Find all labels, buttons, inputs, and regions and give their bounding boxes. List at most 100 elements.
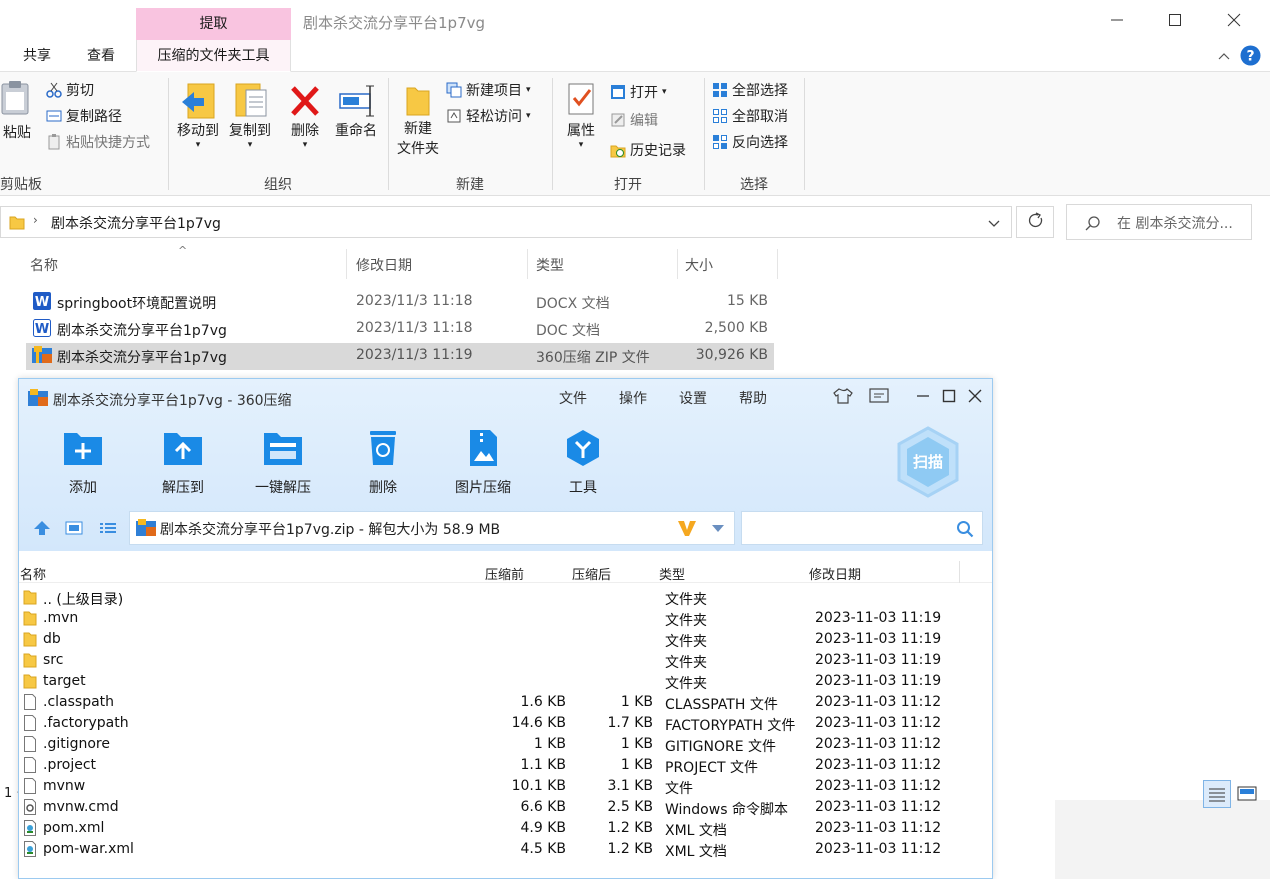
zip-column-before[interactable]: 压缩前	[485, 564, 524, 583]
zip-delete-button[interactable]: 删除	[338, 429, 428, 497]
delete-label: 删除	[291, 123, 319, 139]
close-icon[interactable]	[1224, 10, 1244, 30]
zip-search-input[interactable]	[741, 511, 983, 545]
zip-item-before: 10.1 KB	[511, 778, 566, 794]
search-box[interactable]: 在 剧本杀交流分...	[1066, 204, 1252, 240]
tab-share[interactable]: 共享	[8, 40, 66, 72]
file-row[interactable]: .classpath 1.6 KB 1 KB CLASSPATH 文件 2023-11-…	[19, 692, 992, 713]
select-all-button[interactable]: 全部选择	[712, 78, 788, 102]
zip-close-icon[interactable]	[967, 388, 983, 404]
properties-label: 属性	[567, 123, 595, 139]
invert-selection-button[interactable]: 反向选择	[712, 130, 788, 154]
properties-button[interactable]: 属性 ▾	[558, 80, 604, 150]
folder-row[interactable]: .mvn 文件夹 2023-11-03 11:19	[19, 608, 992, 629]
sort-up-icon: ^	[178, 244, 188, 257]
column-divider[interactable]	[959, 561, 960, 583]
copy-path-button[interactable]: 复制路径	[46, 104, 122, 128]
thumbnail-view-icon[interactable]	[65, 520, 83, 536]
file-modified: 2023/11/3 11:18	[356, 320, 473, 336]
file-row[interactable]: W 剧本杀交流分享平台1p7vg 2023/11/3 11:18 DOC 文档 …	[26, 316, 774, 343]
details-view-button[interactable]	[1203, 780, 1231, 808]
rename-button[interactable]: 重命名	[330, 80, 382, 140]
folder-row[interactable]: src 文件夹 2023-11-03 11:19	[19, 650, 992, 671]
cut-button[interactable]: 剪切	[46, 78, 94, 102]
minimize-icon[interactable]	[1107, 10, 1127, 30]
extract-context-tab[interactable]: 提取	[136, 8, 291, 40]
v-logo-icon[interactable]	[676, 518, 698, 538]
zip-column-modified[interactable]: 修改日期	[809, 564, 861, 583]
zip-tools-button[interactable]: 工具	[538, 429, 628, 497]
organize-group-label: 组织	[264, 177, 292, 193]
zip-add-button[interactable]: 添加	[38, 429, 128, 497]
easy-access-button[interactable]: 轻松访问 ▾	[446, 104, 531, 128]
copy-to-button[interactable]: 复制到 ▾	[224, 80, 276, 150]
file-row[interactable]: .factorypath 14.6 KB 1.7 KB FACTORYPATH 文件 2…	[19, 713, 992, 734]
folder-row[interactable]: db 文件夹 2023-11-03 11:19	[19, 629, 992, 650]
chevron-down-icon[interactable]	[710, 522, 726, 534]
zip-file-icon	[136, 519, 156, 536]
zip-item-type: 文件夹	[665, 613, 707, 629]
column-name[interactable]: 名称	[30, 255, 58, 275]
file-row[interactable]: .gitignore 1 KB 1 KB GITIGNORE 文件 2023-11-03…	[19, 734, 992, 755]
zip-column-name[interactable]: 名称	[20, 564, 46, 583]
scan-button[interactable]: 扫描	[895, 425, 961, 499]
zip-menu-operate[interactable]: 操作	[619, 388, 647, 408]
address-bar[interactable]: › 剧本杀交流分享平台1p7vg	[0, 206, 1012, 238]
message-icon[interactable]	[869, 388, 889, 404]
help-icon[interactable]: ?	[1240, 45, 1261, 66]
file-row[interactable]: pom.xml 4.9 KB 1.2 KB XML 文档 2023-11-03 11:1…	[19, 818, 992, 839]
zip-menu-settings[interactable]: 设置	[679, 388, 707, 408]
new-folder-button[interactable]: 新建 文件夹	[392, 80, 444, 158]
file-row[interactable]: mvnw 10.1 KB 3.1 KB 文件 2023-11-03 11:12	[19, 776, 992, 797]
column-divider[interactable]	[777, 249, 778, 279]
tab-view[interactable]: 查看	[72, 40, 130, 72]
column-divider[interactable]	[527, 249, 528, 279]
details-pane	[1055, 800, 1270, 879]
cut-label: 剪切	[66, 83, 94, 99]
zip-path-bar[interactable]: 剧本杀交流分享平台1p7vg.zip - 解包大小为 58.9 MB	[129, 511, 735, 545]
zip-column-type[interactable]: 类型	[659, 564, 685, 583]
edit-button[interactable]: 编辑	[610, 108, 658, 132]
select-none-button[interactable]: 全部取消	[712, 104, 788, 128]
move-to-button[interactable]: 移动到 ▾	[172, 80, 224, 150]
ribbon: 粘贴 剪切 复制路径 粘贴快捷方式 剪贴板 移动到 ▾ 复制到 ▾ 删除 ▾ 重…	[0, 72, 1270, 196]
refresh-button[interactable]	[1016, 206, 1054, 238]
zip-one-click-extract-button[interactable]: 一键解压	[238, 429, 328, 497]
tab-compressed-folder-tools[interactable]: 压缩的文件夹工具	[136, 40, 291, 72]
new-item-button[interactable]: 新建项目 ▾	[446, 78, 531, 102]
column-divider[interactable]	[677, 249, 678, 279]
chevron-down-icon[interactable]	[987, 216, 1001, 230]
large-icons-view-button[interactable]	[1234, 780, 1262, 808]
zip-menu-file[interactable]: 文件	[559, 388, 587, 408]
file-row[interactable]: W springboot环境配置说明 2023/11/3 11:18 DOCX …	[26, 289, 774, 316]
file-row[interactable]: pom-war.xml 4.5 KB 1.2 KB XML 文档 2023-11-03 …	[19, 839, 992, 860]
ribbon-collapse-icon[interactable]	[1216, 48, 1232, 64]
zip-maximize-icon[interactable]	[941, 388, 957, 404]
paste-shortcut-button[interactable]: 粘贴快捷方式	[46, 130, 150, 154]
delete-button[interactable]: 删除 ▾	[284, 80, 326, 150]
maximize-icon[interactable]	[1165, 10, 1185, 30]
column-type[interactable]: 类型	[536, 255, 564, 275]
list-view-icon[interactable]	[99, 520, 117, 536]
up-level-icon[interactable]	[33, 520, 51, 536]
folder-icon	[23, 610, 37, 626]
history-button[interactable]: 历史记录	[610, 138, 686, 162]
paste-button[interactable]: 粘贴	[0, 80, 34, 142]
zip-extract-to-button[interactable]: 解压到	[138, 429, 228, 497]
zip-image-compress-button[interactable]: 图片压缩	[438, 429, 528, 497]
file-row[interactable]: .project 1.1 KB 1 KB PROJECT 文件 2023-11-03 1…	[19, 755, 992, 776]
folder-row[interactable]: target 文件夹 2023-11-03 11:19	[19, 671, 992, 692]
paste-shortcut-icon	[48, 134, 60, 150]
zip-menu-help[interactable]: 帮助	[739, 388, 767, 408]
column-size[interactable]: 大小	[685, 255, 713, 275]
file-row[interactable]: mvnw.cmd 6.6 KB 2.5 KB Windows 命令脚本 2023-11-…	[19, 797, 992, 818]
open-button[interactable]: 打开 ▾	[610, 80, 667, 104]
zip-item-name: src	[43, 652, 64, 668]
skin-shirt-icon[interactable]	[833, 387, 853, 405]
folder-row[interactable]: .. (上级目录) 文件夹	[19, 587, 992, 608]
column-divider[interactable]	[346, 249, 347, 279]
zip-column-after[interactable]: 压缩后	[572, 564, 611, 583]
column-modified[interactable]: 修改日期	[356, 255, 412, 275]
zip-minimize-icon[interactable]	[915, 388, 931, 404]
file-row-selected[interactable]: 剧本杀交流分享平台1p7vg 2023/11/3 11:19 360压缩 ZIP…	[26, 343, 774, 370]
